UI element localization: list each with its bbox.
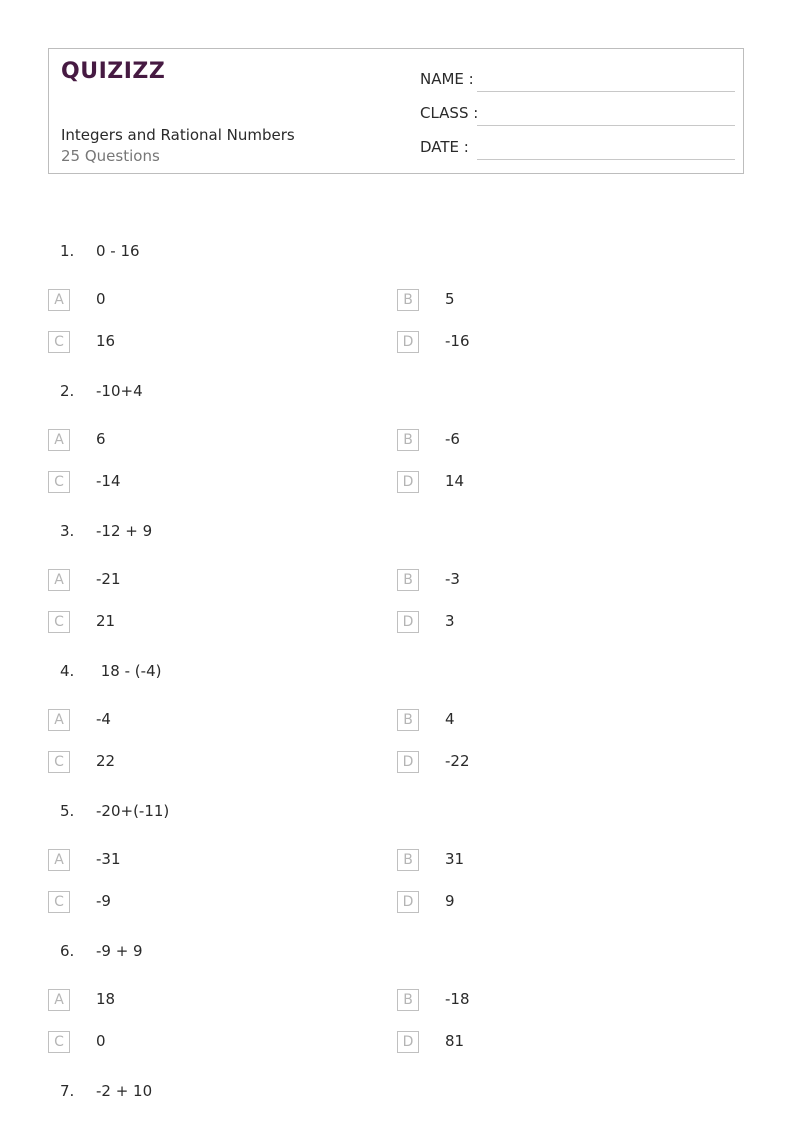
option-text: 22 [96,752,116,770]
option-letter-box[interactable]: A [48,709,70,731]
option-letter-box[interactable]: C [48,751,70,773]
option-text: 16 [96,332,116,350]
option-letter-box[interactable]: A [48,289,70,311]
name-label: NAME : [420,70,474,88]
question-text: -10+4 [96,382,143,400]
question-number: 6. [60,942,75,960]
question-number: 5. [60,802,75,820]
question-text: -20+(-11) [96,802,170,820]
option-letter-box[interactable]: A [48,989,70,1011]
option-text: 14 [445,472,465,490]
option-letter-box[interactable]: C [48,611,70,633]
option-letter-box[interactable]: B [397,989,419,1011]
option-text: 5 [445,290,455,308]
option-text: -9 [96,892,111,910]
option-letter-box[interactable]: B [397,289,419,311]
option-text: -3 [445,570,460,588]
class-label: CLASS : [420,104,479,122]
option-letter-box[interactable]: C [48,891,70,913]
option-text: 4 [445,710,455,728]
option-letter-box[interactable]: B [397,709,419,731]
option-text: -14 [96,472,121,490]
question-number: 2. [60,382,75,400]
option-letter-box[interactable]: C [48,331,70,353]
option-text: -6 [445,430,460,448]
option-text: -22 [445,752,470,770]
quizizz-logo: QUIZIZZ [61,59,166,84]
option-text: -4 [96,710,111,728]
option-text: -31 [96,850,121,868]
question-text: -9 + 9 [96,942,143,960]
option-text: 18 [96,990,116,1008]
option-text: 31 [445,850,465,868]
option-letter-box[interactable]: D [397,471,419,493]
option-text: 81 [445,1032,465,1050]
option-text: 21 [96,612,116,630]
option-letter-box[interactable]: B [397,429,419,451]
date-label: DATE : [420,138,469,156]
question-number: 7. [60,1082,75,1100]
worksheet-header: QUIZIZZ Integers and Rational Numbers 25… [48,48,744,174]
option-text: 6 [96,430,106,448]
question-count: 25 Questions [61,147,160,165]
option-letter-box[interactable]: D [397,611,419,633]
question-number: 1. [60,242,75,260]
option-text: -16 [445,332,470,350]
option-text: 3 [445,612,455,630]
option-letter-box[interactable]: B [397,569,419,591]
class-field[interactable]: CLASS : [420,100,735,126]
question-number: 3. [60,522,75,540]
option-letter-box[interactable]: A [48,569,70,591]
class-line[interactable] [477,125,735,126]
option-text: -21 [96,570,121,588]
option-letter-box[interactable]: A [48,849,70,871]
option-letter-box[interactable]: D [397,1031,419,1053]
option-letter-box[interactable]: D [397,891,419,913]
question-text: -12 + 9 [96,522,153,540]
option-letter-box[interactable]: D [397,751,419,773]
option-text: 0 [96,1032,106,1050]
question-text: -2 + 10 [96,1082,153,1100]
name-field[interactable]: NAME : [420,66,735,92]
option-text: 0 [96,290,106,308]
option-text: 9 [445,892,455,910]
question-text: 0 - 16 [96,242,140,260]
option-letter-box[interactable]: C [48,1031,70,1053]
worksheet-title: Integers and Rational Numbers [61,126,295,144]
option-letter-box[interactable]: B [397,849,419,871]
date-field[interactable]: DATE : [420,134,735,160]
option-letter-box[interactable]: C [48,471,70,493]
option-letter-box[interactable]: D [397,331,419,353]
name-line[interactable] [477,91,735,92]
option-text: -18 [445,990,470,1008]
question-text: 18 - (-4) [96,662,162,680]
option-letter-box[interactable]: A [48,429,70,451]
question-number: 4. [60,662,75,680]
date-line[interactable] [477,159,735,160]
